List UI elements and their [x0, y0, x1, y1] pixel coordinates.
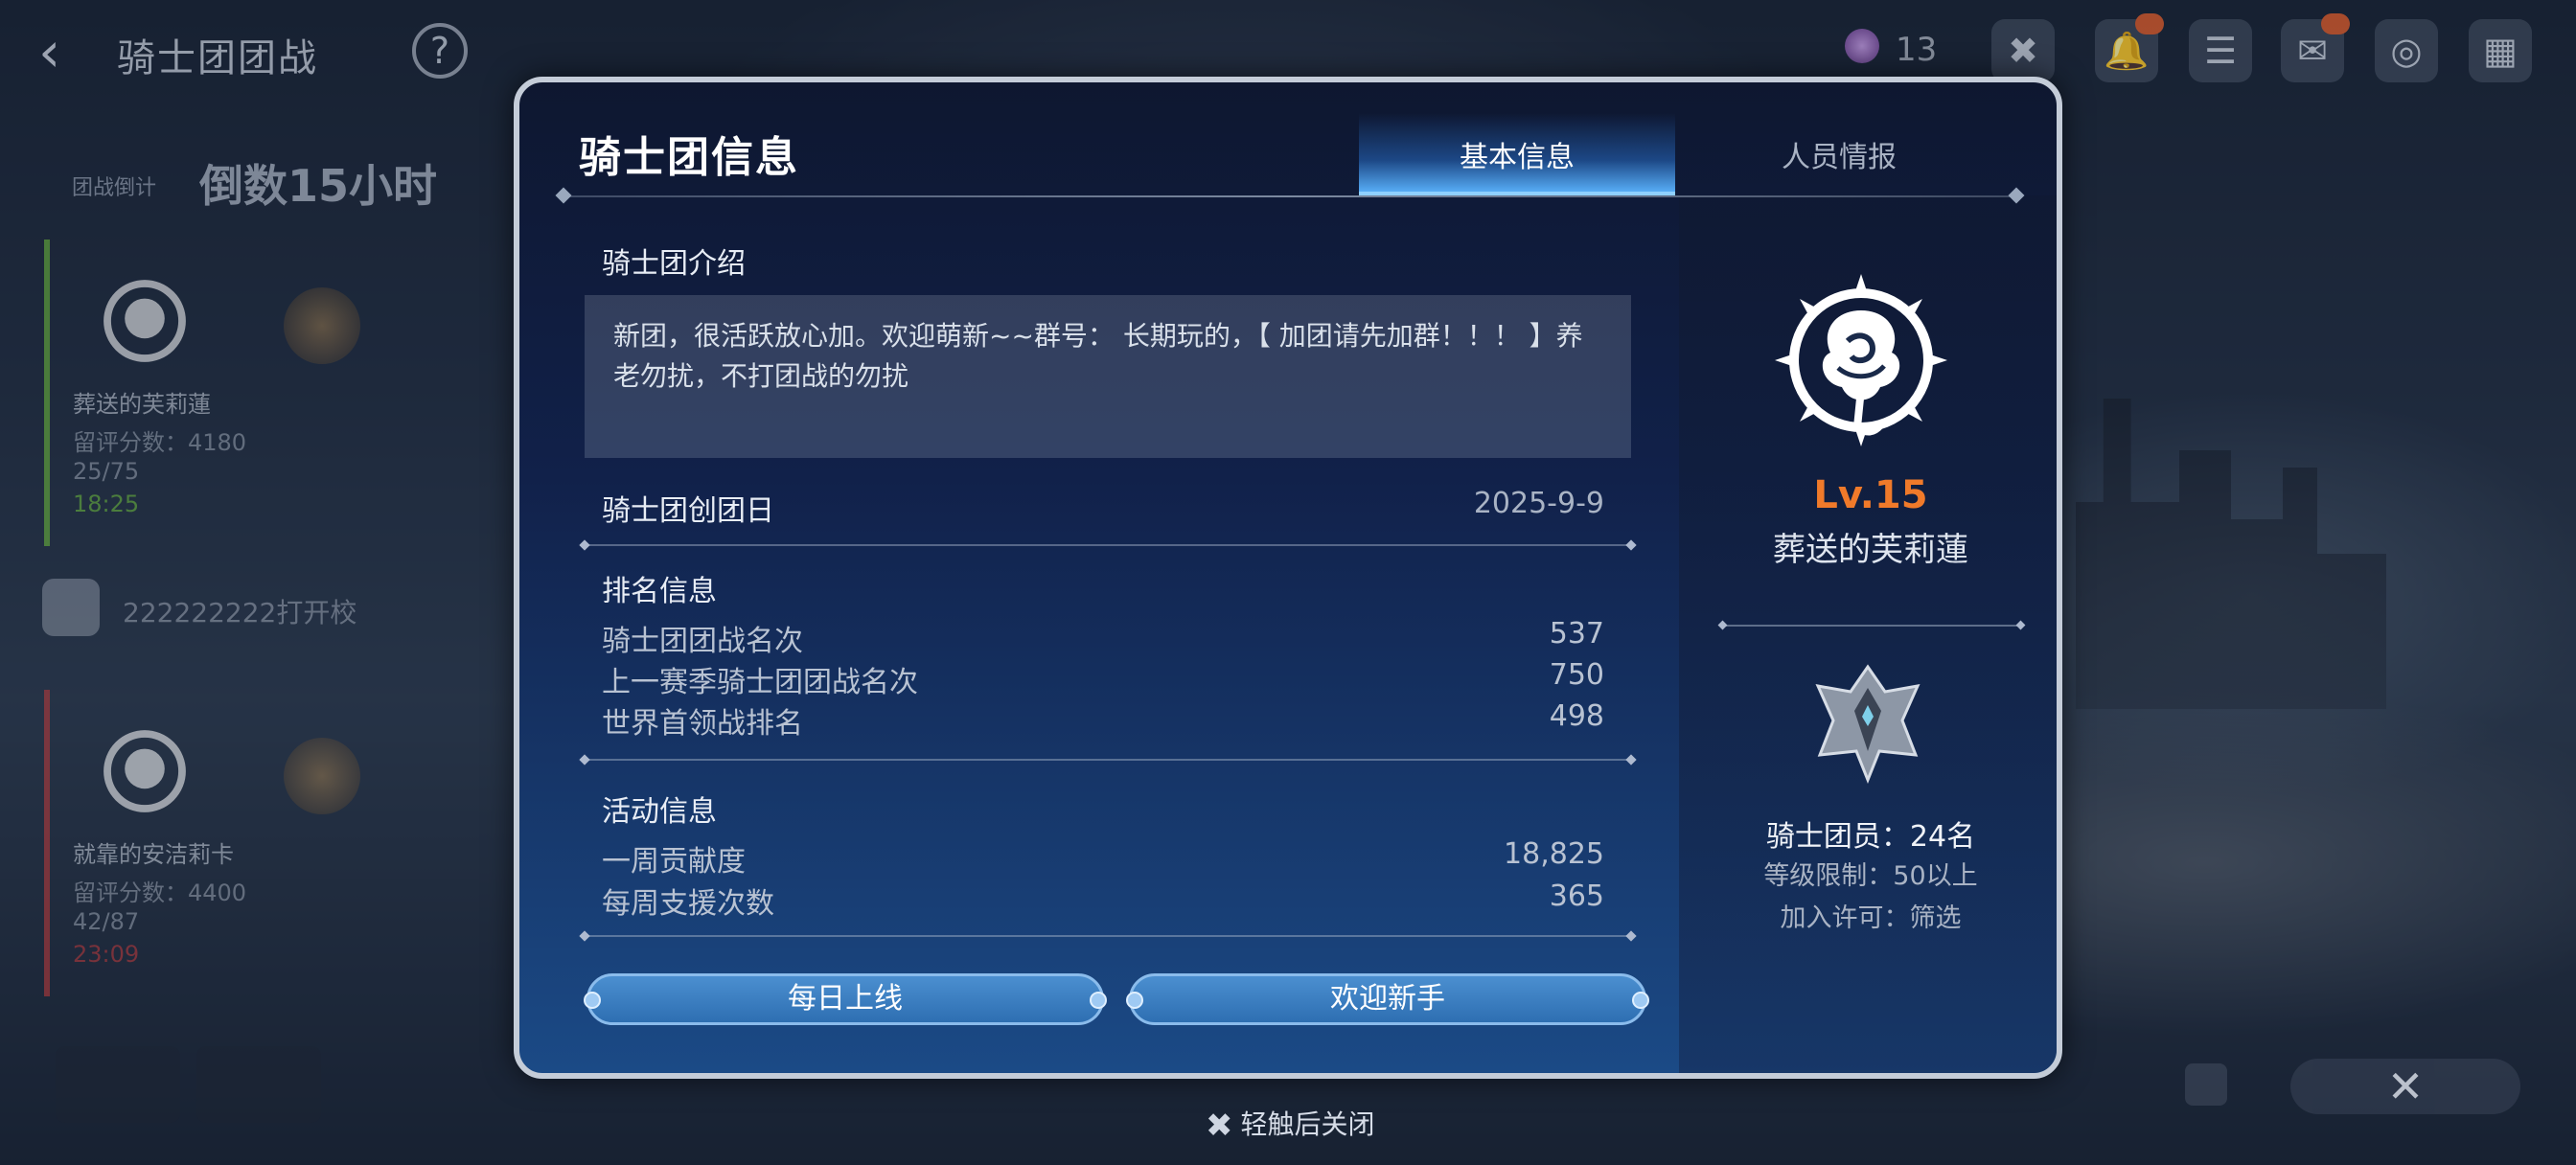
guild-members-icon[interactable]: ☰ — [2189, 19, 2252, 82]
menu-grid-icon[interactable]: ▦ — [2469, 19, 2532, 82]
founded-label: 骑士团创团日 — [602, 494, 774, 528]
ranking-row-value: 537 — [1549, 617, 1604, 651]
guild-card-score: 留评分数：4400 — [73, 879, 247, 906]
intro-label: 骑士团介绍 — [602, 247, 746, 281]
section-divider — [585, 759, 1631, 761]
guild-rose-emblem-icon — [1775, 274, 1947, 446]
side-row-text: 222222222打开校 — [123, 597, 357, 628]
settings-icon[interactable] — [2185, 1063, 2227, 1106]
ranking-row-value: 750 — [1549, 658, 1604, 692]
member-count: 骑士团员：24名 — [1765, 820, 1976, 854]
panel-divider — [1723, 625, 2020, 627]
battle-icon[interactable]: ✖ — [1991, 19, 2055, 82]
rank-crest-icon — [1815, 664, 1920, 784]
section-divider — [585, 935, 1631, 937]
back-arrow-icon[interactable]: ‹ — [38, 23, 96, 80]
page-title: 骑士团团战 — [117, 36, 318, 80]
mail-icon[interactable]: ✉ — [2281, 13, 2350, 82]
side-row[interactable]: 222222222打开校 — [38, 575, 489, 642]
founded-value: 2025-9-9 — [1473, 487, 1604, 520]
chat-icon[interactable]: ◎ — [2375, 19, 2438, 82]
guild-card-count: 42/87 — [73, 908, 140, 935]
guild-card-score: 留评分数：4180 — [73, 429, 247, 456]
tag-daily-online[interactable]: 每日上线 — [584, 973, 1107, 1025]
divider-ornament — [555, 187, 572, 204]
guild-card-name: 葬送的芙莉蓮 — [73, 391, 211, 418]
guild-level: Lv.15 — [1813, 473, 1928, 517]
intro-text: 新团，很活跃放心加。欢迎萌新~~群号： 长期玩的，【 加团请先加群！！！ 】养老… — [585, 295, 1631, 458]
crest-icon — [284, 287, 360, 364]
guild-card-2[interactable]: 就靠的安洁莉卡 留评分数：4400 42/87 23:09 — [44, 690, 466, 996]
guild-card-1[interactable]: 葬送的芙莉蓮 留评分数：4180 25/75 18:25 — [44, 240, 466, 546]
bell-icon[interactable]: 🔔 — [2095, 13, 2164, 82]
help-icon[interactable]: ? — [412, 23, 468, 79]
bottom-button-2[interactable] — [196, 1046, 321, 1123]
bottom-button-1[interactable] — [56, 1046, 180, 1123]
ranking-row-label: 上一赛季骑士团团战名次 — [602, 666, 918, 699]
countdown-label: 团战倒计 — [72, 176, 157, 200]
activity-row-value: 365 — [1549, 879, 1604, 913]
background-close-button[interactable]: ✕ — [2290, 1059, 2520, 1114]
guild-card-bar — [44, 690, 50, 996]
activity-label: 活动信息 — [602, 795, 717, 829]
activity-row-value: 18,825 — [1504, 837, 1604, 871]
ranking-row-label: 骑士团团战名次 — [602, 625, 803, 658]
side-row-icon — [42, 579, 100, 636]
header-divider — [562, 195, 2014, 197]
activity-row-label: 每周支援次数 — [602, 887, 774, 921]
close-icon: ✖ — [1206, 1107, 1233, 1145]
activity-row-label: 一周贡献度 — [602, 845, 746, 879]
tag-welcome-newbies[interactable]: 欢迎新手 — [1126, 973, 1649, 1025]
ranking-row-value: 498 — [1549, 699, 1604, 733]
guild-name: 葬送的芙莉蓮 — [1773, 531, 1968, 569]
level-limit: 等级限制：50以上 — [1763, 861, 1978, 891]
tap-to-close[interactable]: ✖ 轻触后关闭 — [1206, 1104, 1375, 1145]
guild-card-time: 18:25 — [73, 491, 140, 517]
gem-icon — [1845, 29, 1879, 63]
section-divider — [585, 544, 1631, 546]
tab-member-info[interactable]: 人员情报 — [1681, 113, 1997, 192]
rose-emblem-icon — [104, 730, 186, 812]
tap-to-close-label: 轻触后关闭 — [1240, 1108, 1375, 1140]
crest-icon — [284, 738, 360, 814]
guild-card-time: 23:09 — [73, 941, 140, 968]
countdown: 倒数15小时 — [199, 160, 438, 212]
tab-basic-info[interactable]: 基本信息 — [1359, 113, 1675, 195]
guild-card-bar — [44, 240, 50, 546]
modal-title: 骑士团信息 — [579, 133, 799, 182]
gem-count: 13 — [1896, 31, 1938, 69]
join-permission: 加入许可：筛选 — [1780, 903, 1962, 933]
ranking-row-label: 世界首领战排名 — [602, 707, 803, 741]
guild-card-name: 就靠的安洁莉卡 — [73, 841, 234, 868]
guild-info-modal: 骑士团信息 基本信息 人员情报 骑士团介绍 新团，很活跃放心加。欢迎萌新~~群号… — [514, 77, 2062, 1079]
rose-emblem-icon — [104, 280, 186, 362]
guild-card-count: 25/75 — [73, 458, 140, 485]
ranking-label: 排名信息 — [602, 575, 717, 608]
